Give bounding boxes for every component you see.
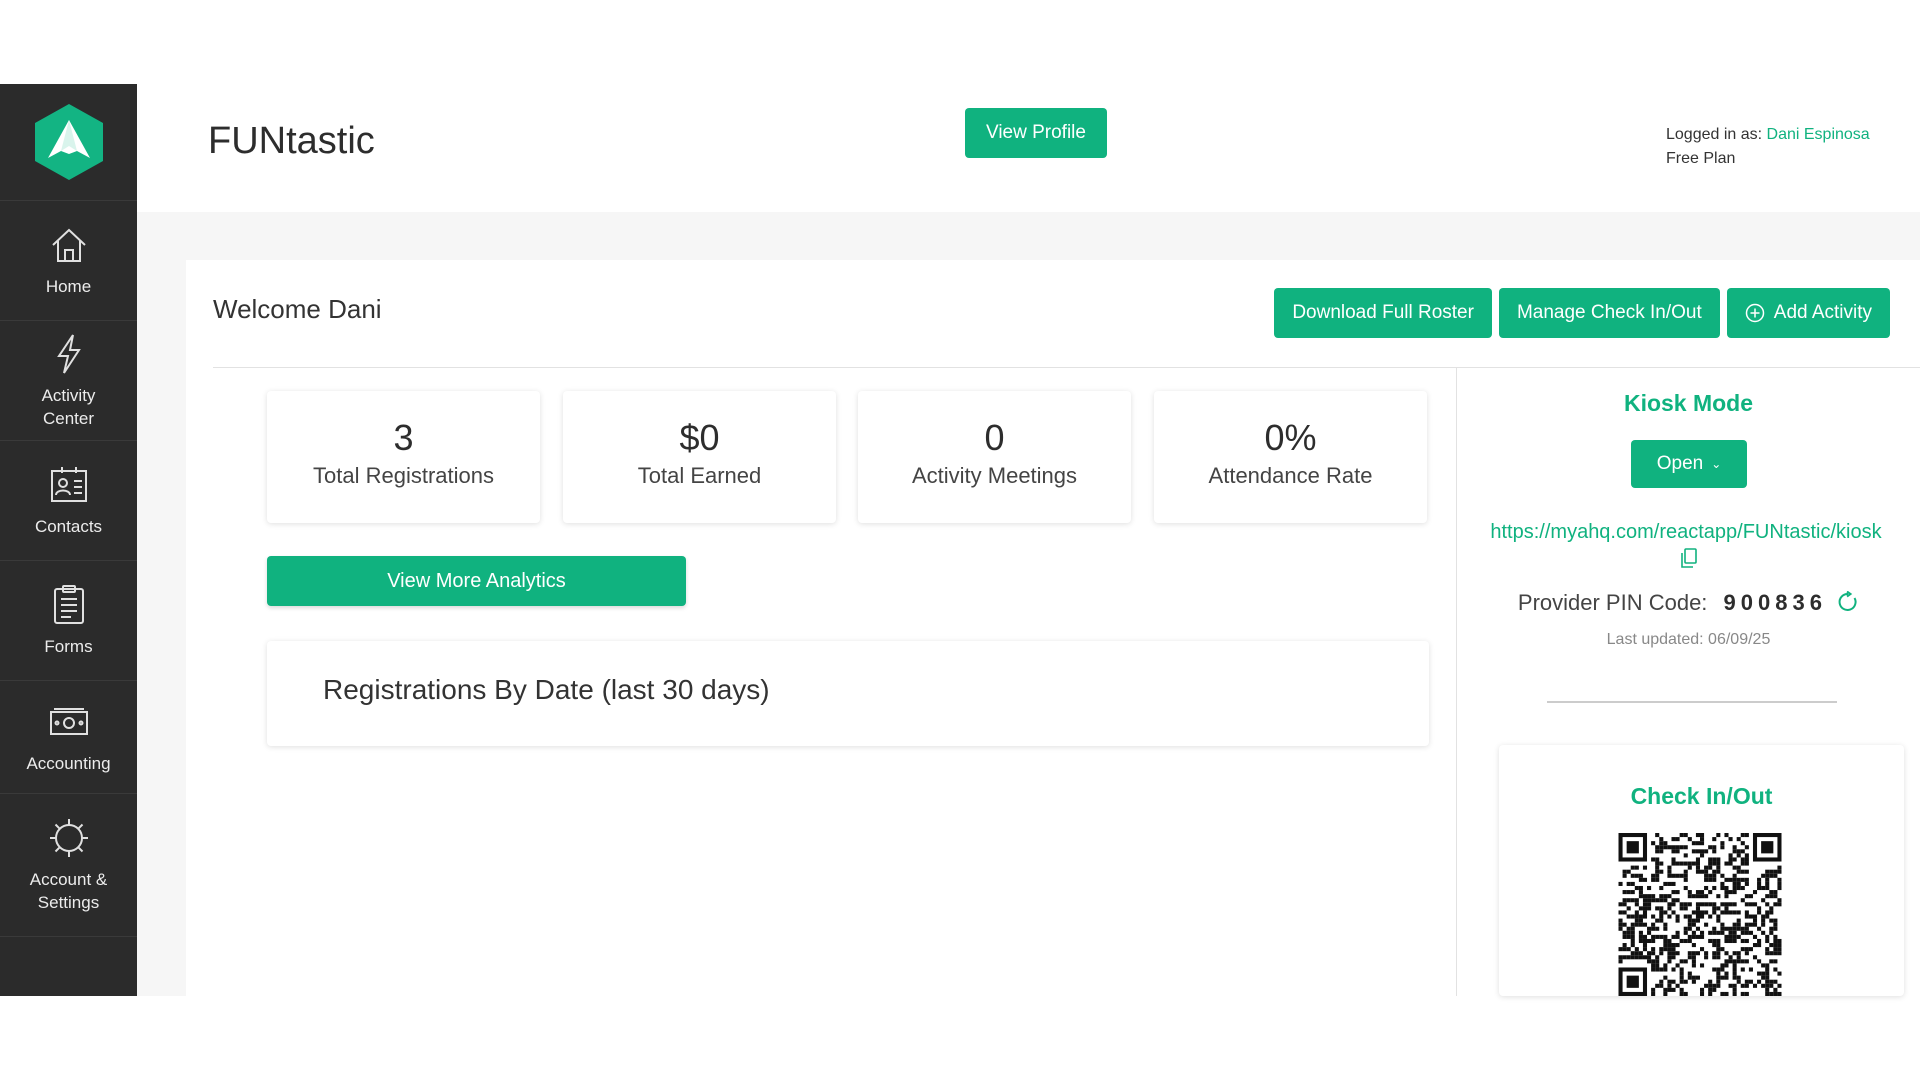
sidebar-item-accounting[interactable]: Accounting bbox=[0, 681, 137, 794]
sidebar-item-label: Forms bbox=[44, 637, 93, 656]
refresh-icon[interactable] bbox=[1837, 591, 1859, 613]
sidebar-item-activity-center[interactable]: Activity Center bbox=[0, 321, 137, 441]
login-info: Logged in as: Dani Espinosa Free Plan bbox=[1666, 123, 1870, 171]
plus-circle-icon bbox=[1745, 303, 1765, 323]
logged-in-label: Logged in as: bbox=[1666, 126, 1763, 143]
stat-label: Total Earned bbox=[637, 463, 762, 488]
sidebar: Home Activity Center Contacts Forms Acco… bbox=[0, 84, 137, 996]
stat-card-meetings: 0 Activity Meetings bbox=[858, 391, 1131, 523]
main-content: FUNtastic View Profile Logged in as: Dan… bbox=[137, 84, 1920, 996]
home-icon bbox=[51, 228, 86, 262]
lightning-icon bbox=[56, 333, 81, 374]
stat-value: $0 bbox=[679, 417, 720, 458]
page-header: FUNtastic View Profile Logged in as: Dan… bbox=[137, 84, 1920, 212]
manage-check-button[interactable]: Manage Check In/Out bbox=[1498, 288, 1720, 338]
pin-code: 900836 bbox=[1723, 590, 1827, 615]
view-analytics-button[interactable]: View More Analytics bbox=[267, 556, 686, 606]
checkin-title: Check In/Out bbox=[1630, 783, 1773, 809]
chevron-down-icon: ⌄ bbox=[1711, 457, 1722, 471]
gear-icon bbox=[49, 819, 88, 857]
dashboard-panel: Welcome Dani Download Full Roster Manage… bbox=[186, 260, 1920, 996]
sidebar-item-account-settings[interactable]: Account & Settings bbox=[0, 794, 137, 937]
add-activity-button[interactable]: Add Activity bbox=[1726, 288, 1890, 338]
sidebar-item-contacts[interactable]: Contacts bbox=[0, 441, 137, 561]
sidebar-item-label: Accounting bbox=[26, 753, 111, 773]
kiosk-url-text[interactable]: https://myahq.com/reactapp/FUNtastic/kio… bbox=[1490, 521, 1881, 543]
copy-icon[interactable] bbox=[1680, 548, 1697, 568]
stat-label: Activity Meetings bbox=[911, 463, 1078, 488]
sidebar-item-label: Activity Center bbox=[41, 385, 96, 428]
registrations-card: Registrations By Date (last 30 days) bbox=[267, 641, 1429, 746]
page-title: FUNtastic bbox=[208, 120, 375, 162]
money-icon bbox=[49, 707, 88, 735]
app-logo-icon bbox=[34, 104, 103, 180]
kiosk-url-link[interactable]: https://myahq.com/reactapp/FUNtastic/kio… bbox=[1486, 518, 1886, 574]
stat-card-attendance: 0% Attendance Rate bbox=[1154, 391, 1427, 523]
sidebar-item-forms[interactable]: Forms bbox=[0, 561, 137, 681]
kiosk-open-dropdown[interactable]: Open ⌄ bbox=[1631, 440, 1747, 488]
divider bbox=[213, 367, 1920, 368]
pin-label: Provider PIN Code: bbox=[1517, 590, 1708, 615]
sidebar-item-home[interactable]: Home bbox=[0, 201, 137, 321]
download-roster-button[interactable]: Download Full Roster bbox=[1274, 288, 1492, 338]
stat-value: 0 bbox=[984, 417, 1005, 458]
user-name-link[interactable]: Dani Espinosa bbox=[1767, 126, 1870, 143]
plan-label: Free Plan bbox=[1666, 150, 1736, 167]
stat-card-registrations: 3 Total Registrations bbox=[267, 391, 540, 523]
registrations-title: Registrations By Date (last 30 days) bbox=[323, 674, 770, 705]
checkin-card: Check In/Out bbox=[1499, 745, 1904, 996]
contacts-icon bbox=[50, 467, 87, 502]
divider bbox=[1547, 701, 1837, 703]
pin-row: Provider PIN Code: 900836 bbox=[1457, 590, 1920, 616]
stat-label: Attendance Rate bbox=[1208, 463, 1373, 488]
view-profile-button[interactable]: View Profile bbox=[965, 108, 1107, 158]
action-toolbar: Download Full Roster Manage Check In/Out… bbox=[1274, 288, 1890, 338]
sidebar-item-label: Contacts bbox=[34, 517, 103, 536]
app-window: Home Activity Center Contacts Forms Acco… bbox=[0, 84, 1920, 996]
stat-card-earned: $0 Total Earned bbox=[563, 391, 836, 523]
stat-value: 0% bbox=[1264, 417, 1317, 458]
qr-code-icon[interactable] bbox=[1560, 833, 1840, 996]
sidebar-item-label: Home bbox=[45, 277, 92, 296]
stat-label: Total Registrations bbox=[313, 463, 494, 488]
forms-icon bbox=[53, 585, 84, 624]
logo[interactable] bbox=[0, 84, 137, 201]
sidebar-item-label: Account & Settings bbox=[29, 870, 108, 912]
column-divider bbox=[1456, 367, 1457, 996]
last-updated: Last updated: 06/09/25 bbox=[1606, 631, 1771, 648]
add-activity-label: Add Activity bbox=[1773, 302, 1872, 323]
stat-value: 3 bbox=[393, 417, 414, 458]
open-label: Open bbox=[1656, 453, 1704, 474]
kiosk-title: Kiosk Mode bbox=[1623, 390, 1754, 416]
welcome-heading: Welcome Dani bbox=[213, 294, 382, 324]
